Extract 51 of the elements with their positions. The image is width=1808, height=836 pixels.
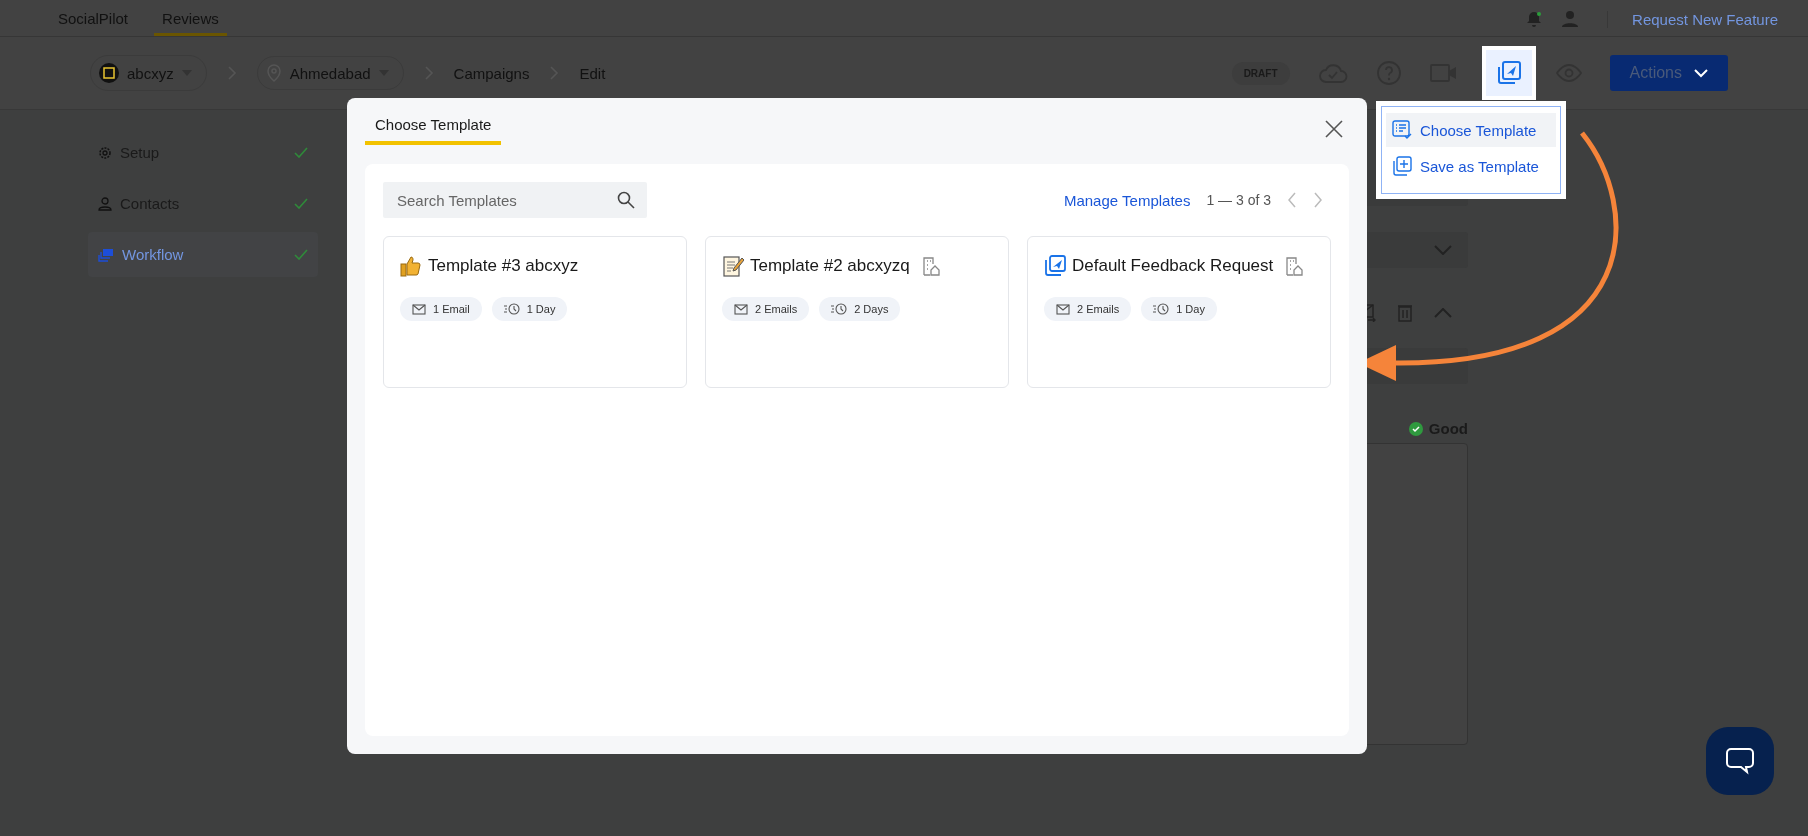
- request-feature-link[interactable]: Request New Feature: [1607, 10, 1778, 28]
- add-copy-icon: [1392, 156, 1412, 176]
- chevron-up-icon[interactable]: [1434, 308, 1452, 318]
- email-count-chip: 2 Emails: [722, 297, 810, 321]
- user-icon[interactable]: [1561, 10, 1580, 28]
- chat-button[interactable]: [1706, 727, 1774, 795]
- actions-button[interactable]: Actions: [1609, 55, 1728, 91]
- memo-pencil-icon: [722, 255, 744, 277]
- clock-icon: [1153, 303, 1170, 315]
- menu-item[interactable]: Choose Template: [1386, 113, 1556, 147]
- envelope-icon: [1056, 303, 1070, 315]
- search-field[interactable]: Search Templates: [383, 182, 647, 218]
- envelope-icon: [412, 303, 426, 315]
- menu-item[interactable]: Save as Template: [1386, 149, 1556, 183]
- thumbs-up-icon: [400, 255, 422, 277]
- person-icon: [98, 196, 112, 211]
- chevron-left-icon[interactable]: [1287, 192, 1297, 208]
- account-logo-icon: [99, 63, 119, 83]
- trash-icon[interactable]: [1398, 304, 1412, 322]
- pagination-text: 1 — 3 of 3: [1206, 192, 1271, 208]
- template-card[interactable]: Default Feedback Request 2 Emails 1 Day: [1027, 236, 1331, 388]
- manage-templates-link[interactable]: Manage Templates: [1063, 191, 1191, 209]
- bell-icon[interactable]: [1525, 10, 1544, 28]
- dialog-tab[interactable]: Choose Template: [365, 116, 502, 145]
- close-icon[interactable]: [1325, 120, 1343, 138]
- chevron-right-icon[interactable]: [1313, 192, 1323, 208]
- stacked-cards-icon: [98, 247, 114, 262]
- template-card[interactable]: Template #3 abcxyz 1 Email 1 Day: [383, 236, 687, 388]
- template-name: Template #3 abcxyz: [428, 256, 579, 276]
- checklist-icon: [1392, 120, 1412, 140]
- email-count-chip: 2 Emails: [1044, 297, 1132, 321]
- caret-icon: [1694, 68, 1708, 78]
- clock-icon: [831, 303, 848, 315]
- template-icon: [1495, 60, 1522, 86]
- gear-icon: [98, 145, 112, 160]
- template-name: Default Feedback Request: [1072, 256, 1274, 276]
- template-name: Template #2 abcxyzq: [750, 256, 910, 276]
- delay-chip: 2 Days: [819, 297, 901, 321]
- sidebar-item[interactable]: Workflow: [88, 232, 318, 277]
- speech-bubble-icon: [1725, 747, 1755, 775]
- delay-chip: 1 Day: [1141, 297, 1217, 321]
- delay-chip: 1 Day: [491, 297, 568, 321]
- clock-icon: [503, 303, 520, 315]
- email-count-chip: 1 Email: [400, 297, 482, 321]
- template-icon: [1044, 255, 1066, 277]
- search-input[interactable]: Search Templates: [395, 190, 617, 210]
- check-circle-icon: [1408, 421, 1423, 436]
- envelope-icon: [734, 303, 748, 315]
- template-card[interactable]: Template #2 abcxyzq 2 Emails 2 Days: [705, 236, 1009, 388]
- chevron-down-icon: [1434, 245, 1452, 255]
- search-icon[interactable]: [617, 191, 635, 209]
